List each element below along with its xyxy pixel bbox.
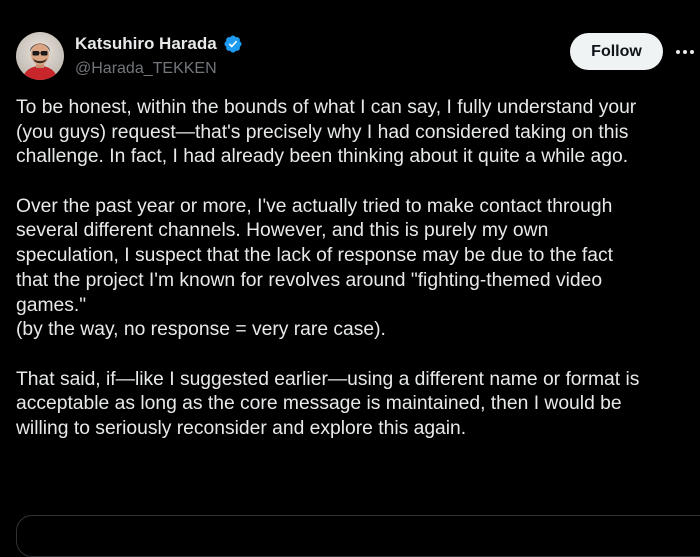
tweet-text: To be honest, within the bounds of what … [16, 96, 700, 442]
tweet: Katsuhiro Harada @Harada_TEKKEN Follow T… [0, 0, 700, 557]
author-name[interactable]: Katsuhiro Harada [75, 34, 243, 54]
more-options-icon[interactable] [676, 38, 700, 66]
tweet-line: That said, if—like I suggested earlier—u… [16, 368, 640, 390]
tweet-line: speculation, I suspect that the lack of … [16, 245, 614, 267]
tweet-line: several different channels. However, and… [16, 220, 549, 242]
tweet-line: challenge. In fact, I had already been t… [16, 146, 629, 168]
author-name-text: Katsuhiro Harada [75, 34, 217, 53]
more-dot [683, 50, 687, 54]
follow-button[interactable]: Follow [570, 33, 663, 70]
author-handle[interactable]: @Harada_TEKKEN [75, 60, 217, 78]
tweet-line: games." [16, 294, 87, 316]
tweet-line: that the project I'm known for revolves … [16, 269, 603, 291]
tweet-line: (by the way, no response = very rare cas… [16, 319, 386, 341]
tweet-line: acceptable as long as the core message i… [16, 393, 622, 415]
verified-badge-icon [224, 35, 242, 53]
more-dot [676, 50, 680, 54]
tweet-line: Over the past year or more, I've actuall… [16, 195, 613, 217]
more-dot [690, 50, 694, 54]
avatar[interactable] [16, 32, 64, 80]
tweet-line: willing to seriously reconsider and expl… [16, 417, 467, 439]
tweet-line: To be honest, within the bounds of what … [16, 97, 637, 118]
embedded-card[interactable] [16, 515, 700, 557]
avatar-image [16, 32, 64, 80]
tweet-line: (you guys) request—that's precisely why … [16, 121, 629, 143]
